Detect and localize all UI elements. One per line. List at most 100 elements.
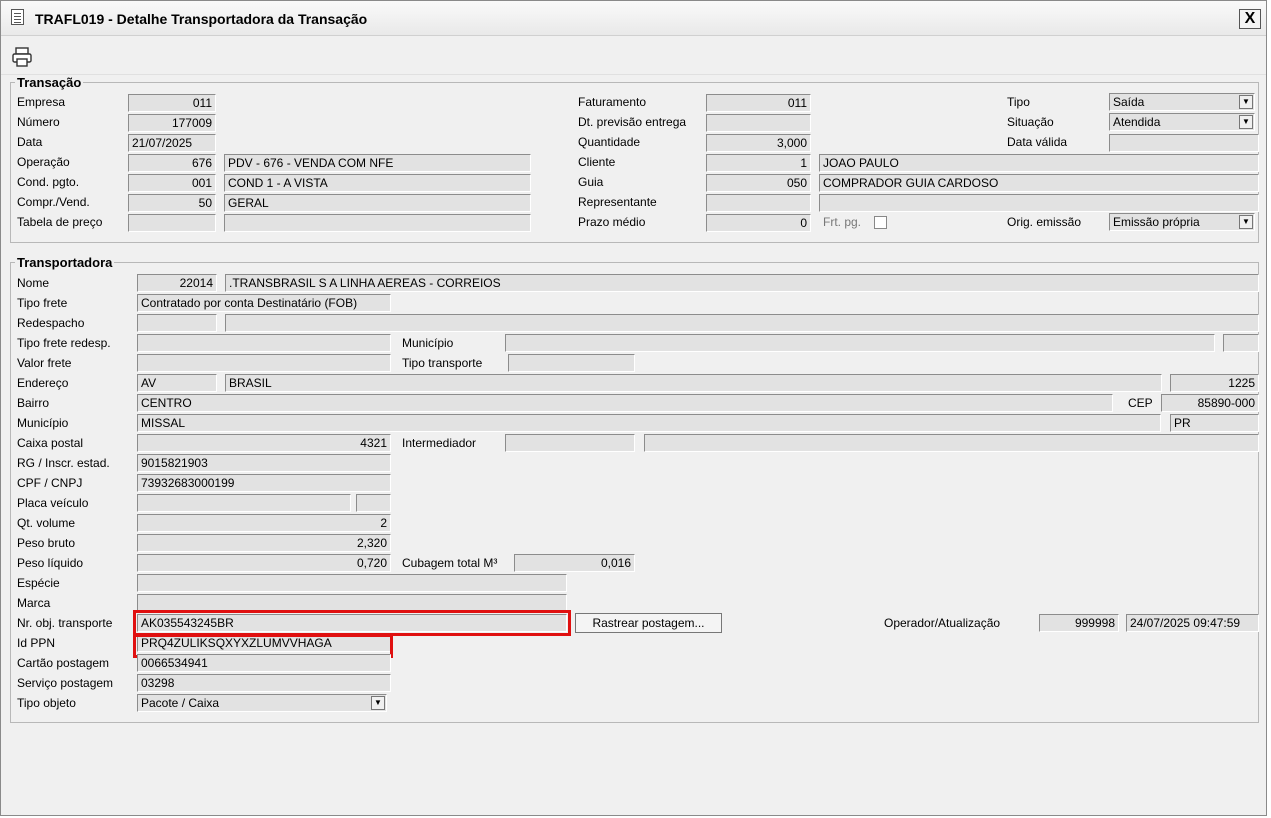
prazo-medio-field[interactable]: 0 [706, 214, 811, 232]
previsao-entrega-field[interactable] [706, 114, 811, 132]
situacao-value: Atendida [1113, 115, 1161, 129]
tipo-value: Saída [1113, 95, 1145, 109]
intermediador-code-field[interactable] [505, 434, 635, 452]
tabela-preco-desc-field[interactable] [224, 214, 531, 232]
servico-postagem-label: Serviço postagem [17, 676, 114, 690]
tipo-transporte-label: Tipo transporte [402, 356, 483, 370]
cartao-postagem-field[interactable]: 0066534941 [137, 654, 391, 672]
peso-bruto-field[interactable]: 2,320 [137, 534, 391, 552]
peso-bruto-label: Peso bruto [17, 536, 76, 550]
qt-volume-label: Qt. volume [17, 516, 76, 530]
placa-uf-field[interactable] [356, 494, 391, 512]
previsao-entrega-label: Dt. previsão entrega [578, 115, 687, 129]
cpf-cnpj-label: CPF / CNPJ [17, 476, 83, 490]
tipo-objeto-value: Pacote / Caixa [141, 696, 220, 710]
nr-obj-highlight [133, 610, 571, 636]
numero-field[interactable]: 177009 [128, 114, 216, 132]
operacao-label: Operação [17, 155, 70, 169]
tipo-select[interactable]: Saída ▼ [1109, 93, 1255, 111]
faturamento-field[interactable]: 011 [706, 94, 811, 112]
marca-label: Marca [17, 596, 51, 610]
representante-code-field[interactable] [706, 194, 811, 212]
operacao-code-field[interactable]: 676 [128, 154, 216, 172]
chevron-down-icon[interactable]: ▼ [1239, 215, 1253, 229]
close-button[interactable]: X [1239, 9, 1261, 29]
especie-field[interactable] [137, 574, 567, 592]
cep-field[interactable]: 85890-000 [1161, 394, 1259, 412]
operacao-desc-field[interactable]: PDV - 676 - VENDA COM NFE [224, 154, 531, 172]
chevron-down-icon[interactable]: ▼ [371, 696, 385, 710]
qt-volume-field[interactable]: 2 [137, 514, 391, 532]
cliente-name-field[interactable]: JOAO PAULO [819, 154, 1259, 172]
operador-field[interactable]: 999998 [1039, 614, 1119, 632]
peso-liquido-label: Peso líquido [17, 556, 84, 570]
caixa-postal-field[interactable]: 4321 [137, 434, 391, 452]
tipo-frete-redesp-field[interactable] [137, 334, 391, 352]
peso-liquido-field[interactable]: 0,720 [137, 554, 391, 572]
cond-pgto-code-field[interactable]: 001 [128, 174, 216, 192]
title-bar: TRAFL019 - Detalhe Transportadora da Tra… [1, 1, 1266, 36]
chevron-down-icon[interactable]: ▼ [1239, 115, 1253, 129]
rastrear-postagem-button[interactable]: Rastrear postagem... [575, 613, 722, 633]
frt-pg-checkbox[interactable] [874, 216, 887, 229]
situacao-label: Situação [1007, 115, 1054, 129]
redespacho-name-field[interactable] [225, 314, 1259, 332]
cond-pgto-desc-field[interactable]: COND 1 - A VISTA [224, 174, 531, 192]
nome-field[interactable]: .TRANSBRASIL S A LINHA AEREAS - CORREIOS [225, 274, 1259, 292]
tipo-label: Tipo [1007, 95, 1030, 109]
situacao-select[interactable]: Atendida ▼ [1109, 113, 1255, 131]
tipo-frete-field[interactable]: Contratado por conta Destinatário (FOB) [137, 294, 391, 312]
intermediador-label: Intermediador [402, 436, 477, 450]
document-icon [11, 9, 24, 25]
redespacho-code-field[interactable] [137, 314, 217, 332]
bairro-field[interactable]: CENTRO [137, 394, 1113, 412]
orig-emissao-select[interactable]: Emissão própria ▼ [1109, 213, 1255, 231]
numero-label: Número [17, 115, 60, 129]
guia-name-field[interactable]: COMPRADOR GUIA CARDOSO [819, 174, 1259, 192]
cubagem-label: Cubagem total M³ [402, 556, 498, 570]
municipio-top-field[interactable] [505, 334, 1215, 352]
representante-name-field[interactable] [819, 194, 1259, 212]
endereco-tipo-field[interactable]: AV [137, 374, 217, 392]
municipio-field[interactable]: MISSAL [137, 414, 1161, 432]
orig-emissao-label: Orig. emissão [1007, 215, 1082, 229]
quantidade-field[interactable]: 3,000 [706, 134, 811, 152]
orig-emissao-value: Emissão própria [1113, 215, 1200, 229]
nome-label: Nome [17, 276, 50, 290]
window-title: TRAFL019 - Detalhe Transportadora da Tra… [35, 11, 368, 27]
chevron-down-icon[interactable]: ▼ [1239, 95, 1253, 109]
toolbar [1, 36, 1266, 75]
municipio-top-label: Município [402, 336, 454, 350]
municipio-top-uf-field[interactable] [1223, 334, 1259, 352]
cliente-label: Cliente [578, 155, 616, 169]
printer-icon[interactable] [11, 46, 33, 68]
transacao-legend: Transação [17, 75, 82, 90]
cubagem-field[interactable]: 0,016 [514, 554, 635, 572]
cpf-cnpj-field[interactable]: 73932683000199 [137, 474, 391, 492]
prazo-medio-label: Prazo médio [578, 215, 646, 229]
tabela-preco-label: Tabela de preço [17, 215, 103, 229]
faturamento-label: Faturamento [578, 95, 647, 109]
tipo-transporte-field[interactable] [508, 354, 635, 372]
servico-postagem-field[interactable]: 03298 [137, 674, 391, 692]
intermediador-name-field[interactable] [644, 434, 1259, 452]
tipo-objeto-select[interactable]: Pacote / Caixa ▼ [137, 694, 387, 712]
compr-vend-code-field[interactable]: 50 [128, 194, 216, 212]
cliente-code-field[interactable]: 1 [706, 154, 811, 172]
placa-field[interactable] [137, 494, 351, 512]
tipo-frete-label: Tipo frete [17, 296, 68, 310]
guia-code-field[interactable]: 050 [706, 174, 811, 192]
data-field[interactable]: 21/07/2025 [128, 134, 216, 152]
rg-field[interactable]: 9015821903 [137, 454, 391, 472]
endereco-numero-field[interactable]: 1225 [1170, 374, 1259, 392]
valor-frete-field[interactable] [137, 354, 391, 372]
data-valida-field[interactable] [1109, 134, 1259, 152]
tabela-preco-code-field[interactable] [128, 214, 216, 232]
compr-vend-desc-field[interactable]: GERAL [224, 194, 531, 212]
endereco-field[interactable]: BRASIL [225, 374, 1162, 392]
uf-field[interactable]: PR [1170, 414, 1259, 432]
atualizacao-field[interactable]: 24/07/2025 09:47:59 [1126, 614, 1259, 632]
operador-label: Operador/Atualização [884, 616, 1001, 630]
nome-code-field[interactable]: 22014 [137, 274, 217, 292]
empresa-field[interactable]: 011 [128, 94, 216, 112]
